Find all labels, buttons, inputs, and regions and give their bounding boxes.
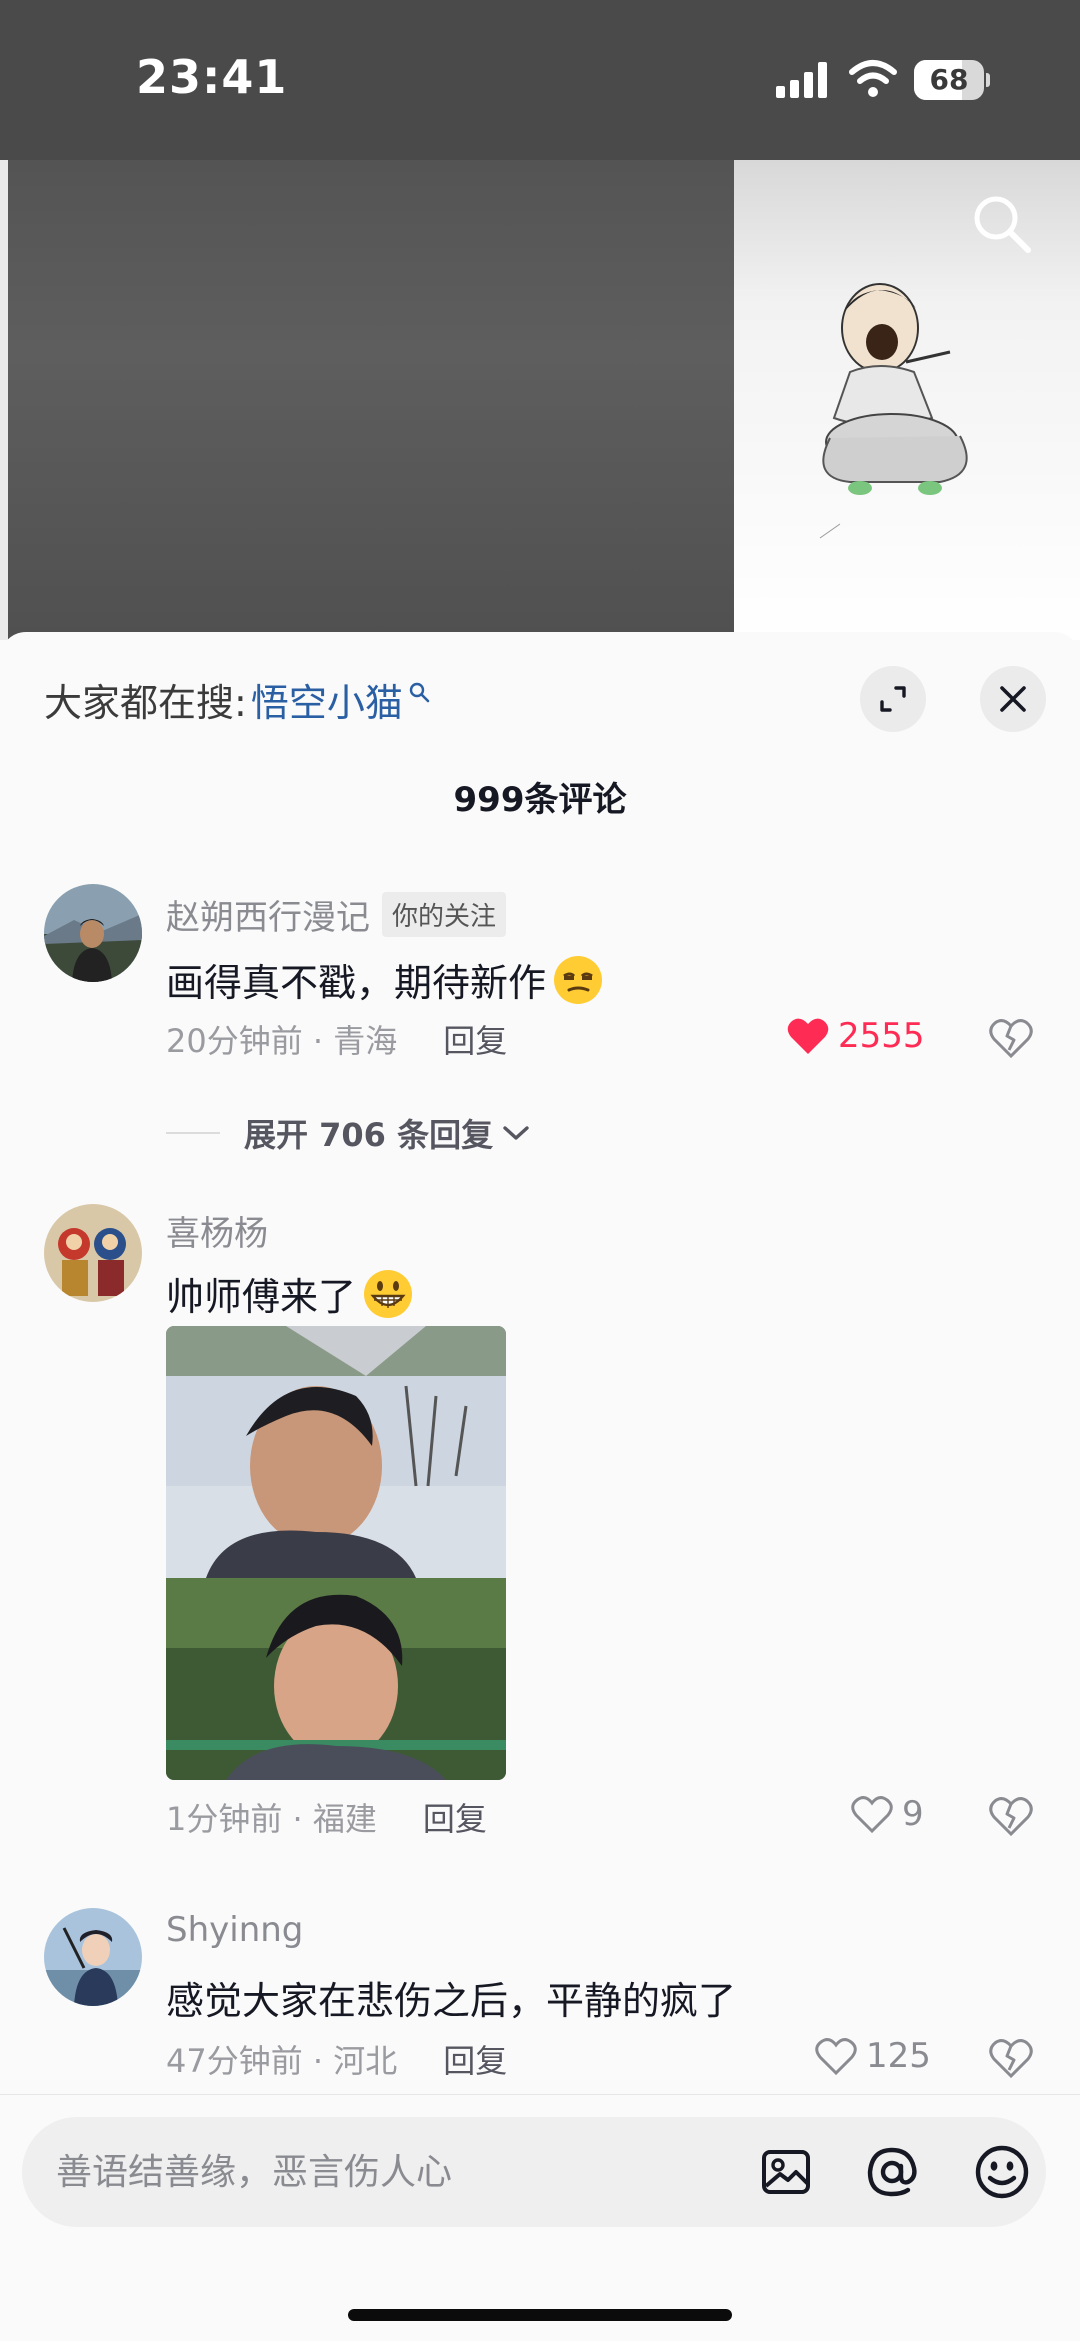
comment-input[interactable] xyxy=(56,2117,716,2227)
battery-percent: 68 xyxy=(929,63,969,96)
search-suggestion-label: 大家都在搜: xyxy=(44,681,247,725)
search-icon xyxy=(409,682,430,702)
avatar[interactable] xyxy=(44,884,142,982)
search-icon[interactable] xyxy=(968,190,1034,256)
dislike-icon[interactable] xyxy=(988,1016,1034,1058)
reply-button[interactable]: 回复 xyxy=(443,2036,507,2082)
expand-button[interactable] xyxy=(860,666,926,732)
image-icon[interactable] xyxy=(756,2142,816,2202)
heart-outline-icon xyxy=(851,1796,893,1834)
chevron-down-icon xyxy=(503,1126,529,1140)
expand-replies-label: 展开 706 条回复 xyxy=(244,1116,494,1154)
mention-icon[interactable] xyxy=(862,2142,922,2202)
reply-button[interactable]: 回复 xyxy=(443,1016,507,1062)
search-suggestion[interactable]: 大家都在搜: 悟空小猫 xyxy=(44,672,431,727)
comment-time-location: 20分钟前 · 青海 xyxy=(166,1022,398,1060)
comment-username[interactable]: 赵朔西行漫记 xyxy=(166,890,370,939)
close-button[interactable] xyxy=(980,666,1046,732)
expand-icon xyxy=(880,686,906,712)
close-icon xyxy=(1000,686,1026,712)
status-time: 23:41 xyxy=(136,50,288,104)
comment-time-location: 47分钟前 · 河北 xyxy=(166,2042,398,2080)
following-badge: 你的关注 xyxy=(382,892,507,937)
emoji-icon[interactable] xyxy=(972,2142,1032,2202)
comment-text: 画得真不戳，期待新作 xyxy=(166,961,547,1005)
comment-username[interactable]: 喜杨杨 xyxy=(166,1206,268,1255)
comment-count: 999条评论 xyxy=(453,780,627,820)
sketch-illustration xyxy=(819,283,968,539)
cellular-signal-icon xyxy=(776,62,827,98)
wifi-icon xyxy=(849,60,897,97)
like-count: 9 xyxy=(902,1794,924,1834)
like-button[interactable]: 125 xyxy=(814,2036,931,2076)
comment-image[interactable] xyxy=(166,1326,506,1780)
grin-emoji-icon xyxy=(364,1269,413,1318)
smirk-emoji-icon xyxy=(554,955,603,1004)
comment-text: 帅师傅来了 xyxy=(166,1275,357,1319)
comment-input-bar xyxy=(0,2094,1080,2341)
like-count: 2555 xyxy=(838,1016,925,1056)
expand-replies-button[interactable]: 展开 706 条回复 xyxy=(166,1110,531,1156)
battery-indicator: 68 xyxy=(914,60,990,100)
video-player[interactable]: 23:41 68 xyxy=(0,0,1080,640)
like-button[interactable]: 9 xyxy=(850,1794,924,1834)
heart-filled-icon xyxy=(787,1018,829,1054)
comment-username[interactable]: Shyinng xyxy=(166,1910,303,1950)
avatar[interactable] xyxy=(44,1908,142,2006)
like-count: 125 xyxy=(866,2036,931,2076)
status-bar: 23:41 68 xyxy=(0,0,1080,160)
heart-outline-icon xyxy=(815,2038,857,2076)
reply-button[interactable]: 回复 xyxy=(423,1794,487,1840)
dislike-icon[interactable] xyxy=(988,1794,1034,1836)
avatar[interactable] xyxy=(44,1204,142,1302)
comment-time-location: 1分钟前 · 福建 xyxy=(166,1800,377,1838)
video-frame-dark xyxy=(0,160,734,640)
divider-line xyxy=(166,1132,220,1134)
like-button[interactable]: 2555 xyxy=(786,1016,925,1056)
comment-sheet: 大家都在搜: 悟空小猫 999条评论 赵朔西行漫记 你的关注 画得真不戳，期待新… xyxy=(0,632,1080,2341)
search-suggestion-term[interactable]: 悟空小猫 xyxy=(251,672,403,727)
comment-text: 感觉大家在悲伤之后，平静的疯了 xyxy=(166,1979,737,2023)
comment-input-container[interactable] xyxy=(22,2117,1046,2227)
home-indicator[interactable] xyxy=(348,2309,732,2321)
dislike-icon[interactable] xyxy=(988,2036,1034,2078)
